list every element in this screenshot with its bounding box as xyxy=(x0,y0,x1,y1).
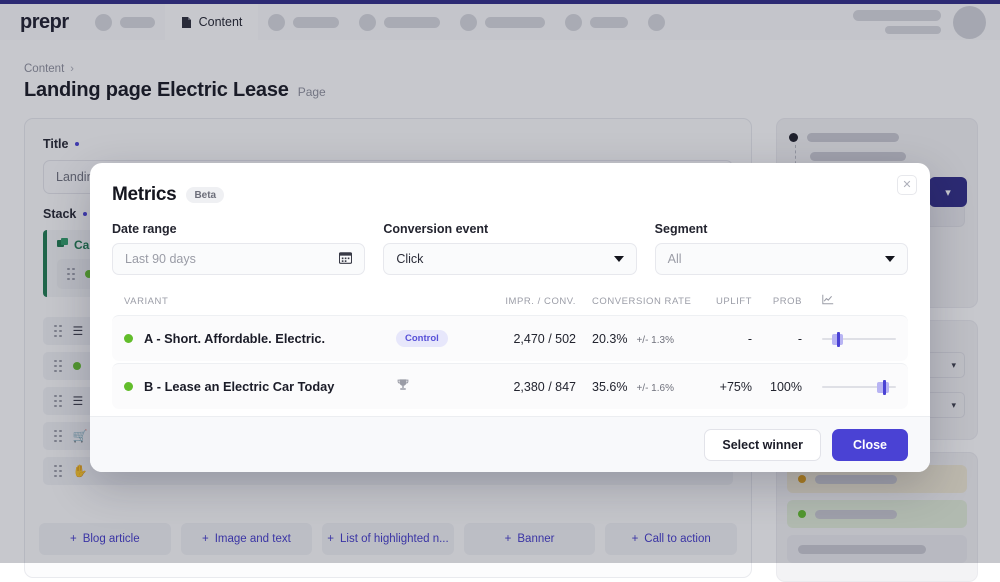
trophy-icon xyxy=(396,378,410,395)
probability-value: 100% xyxy=(752,380,802,394)
metrics-modal: ✕ Metrics Beta Date range Last 90 days xyxy=(90,163,930,472)
variant-name: A - Short. Affordable. Electric. xyxy=(144,331,325,346)
conversion-rate-value: 35.6% xyxy=(592,380,627,394)
chevron-down-icon[interactable] xyxy=(614,256,624,262)
metrics-table: VARIANT IMPR. / CONV. CONVERSION RATE UP… xyxy=(112,294,908,409)
date-range-label: Date range xyxy=(112,222,365,236)
col-header-uplift: UPLIFT xyxy=(698,296,752,307)
filter-segment: Segment All xyxy=(655,222,908,275)
filter-conversion-event: Conversion event Click xyxy=(383,222,636,275)
select-winner-button[interactable]: Select winner xyxy=(704,429,821,461)
segment-value: All xyxy=(668,252,682,266)
variant-name: B - Lease an Electric Car Today xyxy=(144,379,334,394)
beta-badge: Beta xyxy=(186,187,224,203)
ci-center-marker xyxy=(883,380,886,395)
segment-select[interactable]: All xyxy=(655,243,908,275)
conversion-rate-interval: +/- 1.6% xyxy=(636,383,674,394)
conversion-event-value: Click xyxy=(396,252,423,266)
variant-cell: A - Short. Affordable. Electric. xyxy=(124,331,396,346)
confidence-interval-chart xyxy=(802,331,896,347)
filter-date-range: Date range Last 90 days xyxy=(112,222,365,275)
col-header-variant: VARIANT xyxy=(124,296,396,307)
status-dot-icon xyxy=(124,382,133,391)
close-button[interactable]: Close xyxy=(832,429,908,461)
probability-value: - xyxy=(752,332,802,346)
col-header-conversion-rate: CONVERSION RATE xyxy=(576,296,698,307)
calendar-icon[interactable] xyxy=(339,251,352,267)
status-dot-icon xyxy=(124,334,133,343)
table-row[interactable]: B - Lease an Electric Car Today 2,380 / … xyxy=(112,363,908,409)
variant-badge-cell xyxy=(396,378,488,395)
date-range-input[interactable]: Last 90 days xyxy=(112,243,365,275)
metrics-modal-body: Metrics Beta Date range Last 90 days xyxy=(90,163,930,409)
date-range-value: Last 90 days xyxy=(125,252,196,266)
metrics-modal-header: Metrics Beta xyxy=(112,184,908,206)
uplift-value: +75% xyxy=(698,380,752,394)
segment-label: Segment xyxy=(655,222,908,236)
conversion-rate-cell: 35.6% +/- 1.6% xyxy=(576,380,698,394)
chart-icon xyxy=(802,294,896,308)
ci-center-marker xyxy=(837,332,840,347)
impressions-conversions: 2,470 / 502 xyxy=(488,332,576,346)
metrics-table-header: VARIANT IMPR. / CONV. CONVERSION RATE UP… xyxy=(112,294,908,315)
conversion-rate-interval: +/- 1.3% xyxy=(636,335,674,346)
impressions-conversions: 2,380 / 847 xyxy=(488,380,576,394)
variant-badge-cell: Control xyxy=(396,330,488,347)
table-row[interactable]: A - Short. Affordable. Electric. Control… xyxy=(112,315,908,361)
close-icon[interactable]: ✕ xyxy=(897,175,917,195)
conversion-rate-cell: 20.3% +/- 1.3% xyxy=(576,332,698,346)
col-header-impressions: IMPR. / CONV. xyxy=(488,296,576,307)
confidence-interval-chart xyxy=(802,379,896,395)
metrics-filters: Date range Last 90 days xyxy=(112,222,908,275)
col-header-prob: PROB xyxy=(752,296,802,307)
variant-cell: B - Lease an Electric Car Today xyxy=(124,379,396,394)
metrics-modal-title: Metrics xyxy=(112,184,176,206)
conversion-rate-value: 20.3% xyxy=(592,332,627,346)
chevron-down-icon[interactable] xyxy=(885,256,895,262)
conversion-event-label: Conversion event xyxy=(383,222,636,236)
uplift-value: - xyxy=(698,332,752,346)
conversion-event-select[interactable]: Click xyxy=(383,243,636,275)
metrics-modal-footer: Select winner Close xyxy=(90,416,930,472)
status-badge: Control xyxy=(396,330,448,347)
